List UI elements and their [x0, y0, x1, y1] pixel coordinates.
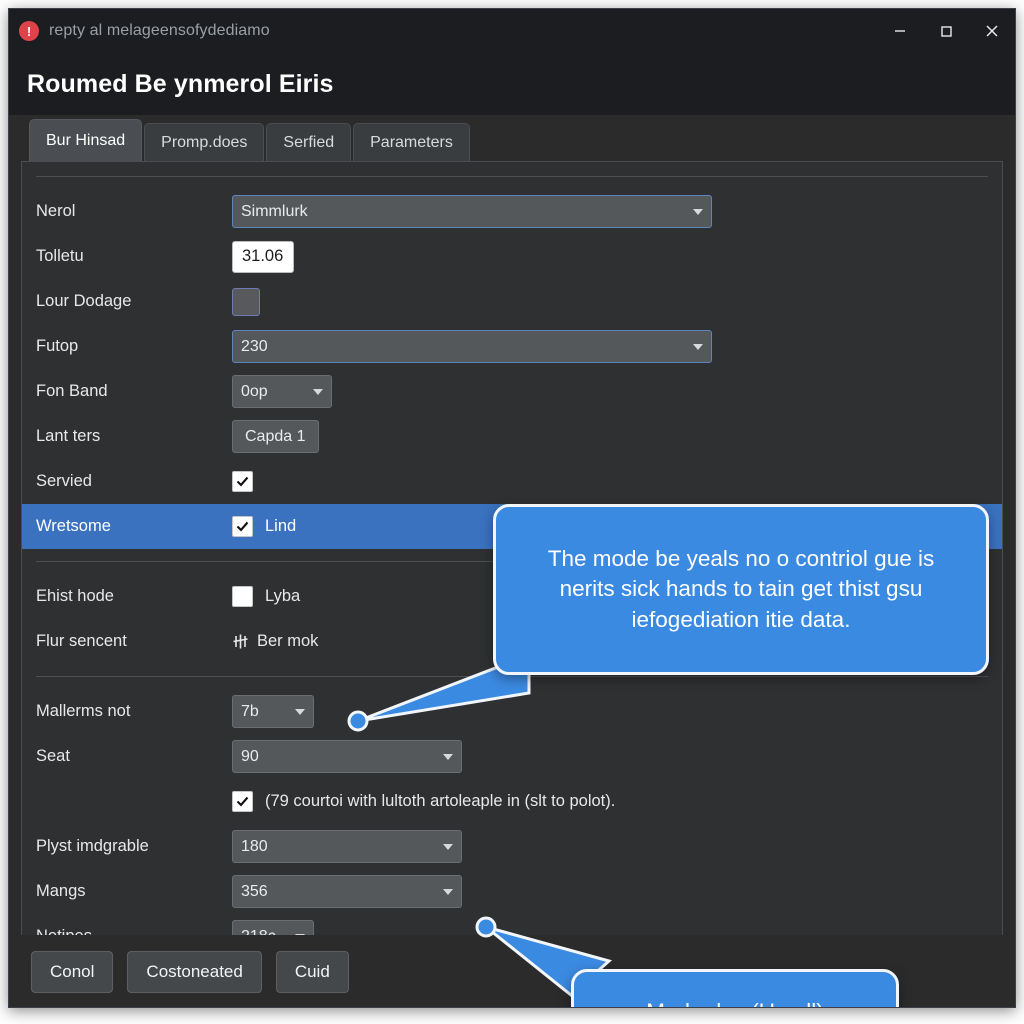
divider-top: [36, 176, 988, 177]
divider-lower: [36, 676, 988, 677]
chevron-down-icon: [443, 843, 453, 850]
mangs-value: 356: [241, 882, 268, 900]
callout-bubble-primary: The mode be yeals no o contriol gue is n…: [493, 504, 989, 675]
tolletu-value: 31.06: [242, 247, 284, 265]
seat-dropdown[interactable]: 90: [232, 740, 462, 773]
mangs-dropdown[interactable]: 356: [232, 875, 462, 908]
nerol-dropdown[interactable]: Simmlurk: [232, 195, 712, 228]
tab-prompdoes[interactable]: Promp.does: [144, 123, 265, 161]
row-label: Nerol: [36, 202, 76, 220]
form-row-nerol: Nerol Simmlurk: [22, 189, 1002, 234]
title-bar: ! repty al melageensofydediamo: [9, 9, 1015, 53]
row-label: Lant ters: [36, 427, 101, 445]
form-row-mangs: Mangs 356: [22, 869, 1002, 914]
tab-label: Serfied: [283, 133, 335, 151]
row-label: Flur sencent: [36, 632, 127, 650]
row-label: Mangs: [36, 882, 86, 900]
option-note-checkbox[interactable]: [232, 791, 253, 812]
chevron-down-icon: [443, 753, 453, 760]
row-label: Seat: [36, 747, 70, 765]
form-row-seat: Seat 90: [22, 734, 1002, 779]
lour-dodage-color-swatch[interactable]: [232, 287, 260, 316]
chevron-down-icon: [313, 388, 323, 395]
tab-label: Promp.does: [161, 133, 248, 151]
futop-value: 230: [241, 337, 268, 355]
window-title: repty al melageensofydediamo: [49, 22, 270, 39]
notipes-dropdown[interactable]: 218c: [232, 920, 314, 935]
callout-text: The mode be yeals no o contriol gue is n…: [547, 545, 935, 632]
plyst-imdgrable-dropdown[interactable]: 180: [232, 830, 462, 863]
row-label: Tolletu: [36, 247, 84, 265]
form-row-plyst-imdgrable: Plyst imdgrable 180: [22, 824, 1002, 869]
row-label: Mallerms not: [36, 702, 131, 720]
fon-band-value: 0op: [241, 382, 268, 400]
cuid-button[interactable]: Cuid: [275, 951, 349, 993]
form-row-mallerms-not: Mallerms not 7b: [22, 689, 1002, 734]
close-icon[interactable]: [969, 9, 1015, 53]
window-body: Bur Hinsad Promp.does Serfied Parameters…: [9, 115, 1015, 1007]
row-label: Servied: [36, 472, 92, 490]
row-label: Fon Band: [36, 382, 108, 400]
servied-checkbox[interactable]: [232, 471, 253, 492]
nerol-value: Simmlurk: [241, 202, 308, 220]
button-label: Costoneated: [146, 962, 243, 981]
tab-serfied[interactable]: Serfied: [266, 123, 352, 161]
wretsome-checkbox-label: Lind: [265, 517, 297, 535]
tab-label: Parameters: [370, 133, 453, 151]
row-label: Plyst imdgrable: [36, 837, 149, 855]
maximize-icon[interactable]: [923, 9, 969, 53]
option-note-label: (79 courtoi with lultoth artoleaple in (…: [265, 792, 616, 810]
application-window: ! repty al melageensofydediamo Roumed Be…: [8, 8, 1016, 1008]
wretsome-checkbox[interactable]: [232, 516, 253, 537]
tab-label: Bur Hinsad: [46, 131, 126, 149]
header-bar: Roumed Be ynmerol Eiris: [9, 53, 1015, 115]
audio-wave-icon: [232, 633, 249, 650]
form-row-notipes: Notipes 218c: [22, 914, 1002, 935]
minimize-icon[interactable]: [877, 9, 923, 53]
tab-bur-hinsad[interactable]: Bur Hinsad: [29, 119, 143, 161]
chevron-down-icon: [295, 708, 305, 715]
button-label: Conol: [50, 962, 95, 981]
chevron-down-icon: [693, 208, 703, 215]
window-controls: [877, 9, 1015, 53]
chevron-down-icon: [443, 888, 453, 895]
row-label: Lour Dodage: [36, 292, 132, 310]
form-row-lant-ters: Lant ters Capda 1: [22, 414, 1002, 459]
lant-ters-value-box[interactable]: Capda 1: [232, 420, 319, 453]
row-label: Futop: [36, 337, 79, 355]
conol-button[interactable]: Conol: [31, 951, 114, 993]
plyst-imdgrable-value: 180: [241, 837, 268, 855]
costoneated-button[interactable]: Costoneated: [127, 951, 262, 993]
callout-text: Mode dos (Umall): [646, 999, 824, 1007]
form-row-fon-band: Fon Band 0op: [22, 369, 1002, 414]
form-row-servied: Servied: [22, 459, 1002, 504]
ehist-hode-checkbox[interactable]: [232, 586, 253, 607]
fon-band-dropdown[interactable]: 0op: [232, 375, 332, 408]
callout-bubble-secondary: Mode dos (Umall): [571, 969, 899, 1007]
page-title: Roumed Be ynmerol Eiris: [27, 69, 334, 98]
mallerms-not-dropdown[interactable]: 7b: [232, 695, 314, 728]
lant-ters-value: Capda 1: [245, 427, 306, 445]
chevron-down-icon: [693, 343, 703, 350]
row-label: Wretsome: [36, 517, 111, 535]
row-label: Ehist hode: [36, 587, 114, 605]
form-row-futop: Futop 230: [22, 324, 1002, 369]
tab-parameters[interactable]: Parameters: [353, 123, 470, 161]
flur-sencent-value: Ber mok: [257, 632, 319, 650]
form-row-tolletu: Tolletu 31.06: [22, 234, 1002, 279]
tolletu-input[interactable]: 31.06: [232, 240, 294, 273]
seat-value: 90: [241, 747, 259, 765]
form-row-option-note: (79 courtoi with lultoth artoleaple in (…: [22, 779, 1002, 824]
tab-bar: Bur Hinsad Promp.does Serfied Parameters: [21, 115, 1003, 161]
ehist-hode-checkbox-label: Lyba: [265, 587, 301, 605]
alert-circle-icon: !: [19, 21, 39, 41]
mallerms-not-value: 7b: [241, 702, 259, 720]
form-row-lour-dodage: Lour Dodage: [22, 279, 1002, 324]
button-label: Cuid: [294, 962, 330, 981]
futop-dropdown[interactable]: 230: [232, 330, 712, 363]
